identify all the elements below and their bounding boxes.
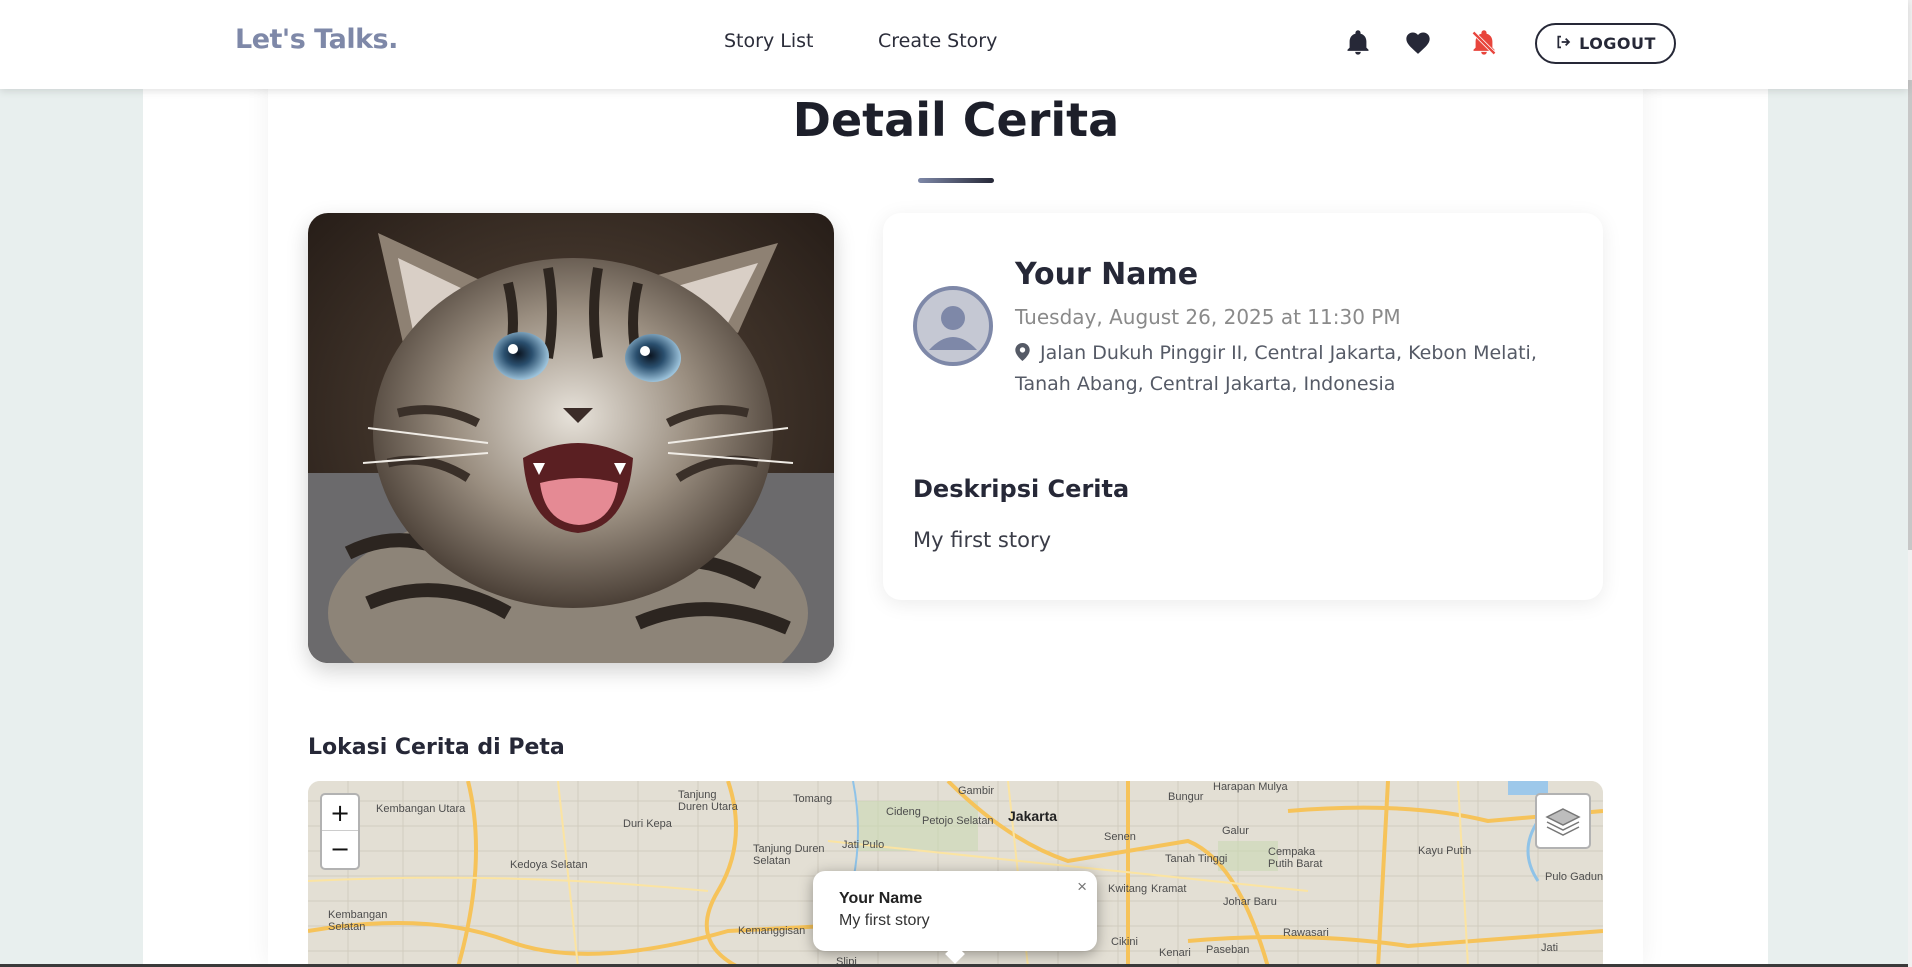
story-map[interactable]: Kembangan Utara Tanjung Duren Utara Toma…: [308, 781, 1603, 967]
nav-story-list[interactable]: Story List: [724, 30, 813, 52]
story-location: Jalan Dukuh Pinggir II, Central Jakarta,…: [1015, 338, 1575, 400]
map-label: Tanah Tinggi: [1165, 853, 1228, 865]
map-label: Rawasari: [1283, 927, 1329, 939]
story-info-card: Your Name Tuesday, August 26, 2025 at 11…: [883, 213, 1603, 600]
map-label: Cideng: [886, 806, 921, 818]
map-label: Kemanggisan: [738, 925, 806, 937]
map-label-jakarta: Jakarta: [1008, 808, 1058, 824]
map-label: Gambir: [958, 785, 995, 797]
map-marker-popup: Your Name My first story ×: [813, 871, 1097, 964]
bell-slash-icon[interactable]: [1470, 29, 1498, 57]
logout-button[interactable]: LOGOUT: [1535, 23, 1676, 64]
map-label: Harapan Mulya: [1213, 781, 1288, 793]
map-label: Kenari: [1159, 947, 1191, 959]
story-date: Tuesday, August 26, 2025 at 11:30 PM: [1015, 305, 1401, 329]
title-underline: [918, 178, 994, 183]
zoom-in-button[interactable]: +: [322, 795, 358, 831]
avatar: [913, 286, 993, 366]
zoom-out-button[interactable]: −: [322, 831, 358, 867]
close-icon[interactable]: ×: [1077, 877, 1087, 897]
heart-icon[interactable]: [1404, 29, 1432, 57]
brand-logo[interactable]: Let's Talks.: [235, 24, 398, 55]
map-label: Petojo Selatan: [922, 815, 994, 827]
map-label: Jati Pulo: [842, 839, 885, 851]
top-navbar: Let's Talks. Story List Create Story LOG…: [0, 0, 1908, 89]
map-label: Senen: [1104, 831, 1136, 843]
map-label: Tanjung Duren Selatan: [753, 843, 825, 867]
map-pin-icon: [1015, 340, 1030, 361]
user-icon: [929, 306, 977, 350]
logout-label: LOGOUT: [1579, 34, 1656, 53]
description-title: Deskripsi Cerita: [913, 475, 1130, 503]
map-label: Galur: [1222, 825, 1249, 837]
map-label: Kedoya Selatan: [510, 859, 588, 871]
map-label: Kayu Putih: [1418, 845, 1472, 857]
zoom-control: + −: [320, 793, 360, 870]
popup-author: Your Name: [839, 890, 923, 907]
map-heading: Lokasi Cerita di Peta: [308, 735, 565, 760]
bell-icon[interactable]: [1344, 29, 1372, 57]
kitten-image: [308, 213, 834, 663]
story-photo: [308, 213, 834, 663]
scrollbar-thumb[interactable]: [1908, 80, 1912, 550]
layers-button[interactable]: [1535, 793, 1591, 849]
page-title: Detail Cerita: [792, 93, 1120, 147]
map-label: Tomang: [793, 793, 833, 805]
map-label: Jati: [1541, 942, 1559, 954]
map-label: Tanjung Duren Utara: [678, 789, 738, 813]
map-label: Johar Baru: [1223, 896, 1277, 908]
author-name: Your Name: [1015, 257, 1199, 292]
map-label: Cikini: [1111, 936, 1138, 948]
map-label: Pulo Gadung: [1545, 871, 1603, 883]
map-label: Bungur: [1168, 791, 1204, 803]
map-label: Kramat: [1151, 883, 1187, 895]
map-label: Kembangan Selatan: [328, 909, 388, 933]
map-label: Kembangan Utara: [376, 803, 466, 815]
location-text: Jalan Dukuh Pinggir II, Central Jakarta,…: [1015, 342, 1537, 395]
map-label: Cempaka Putih Barat: [1268, 846, 1323, 870]
nav-create-story[interactable]: Create Story: [878, 30, 997, 52]
popup-description: My first story: [839, 912, 930, 929]
layers-icon: [1545, 808, 1581, 836]
map-label: Kwitang: [1108, 883, 1148, 895]
sign-out-icon: [1555, 34, 1571, 54]
map-label: Paseban: [1206, 944, 1250, 956]
description-text: My first story: [913, 528, 1052, 552]
map-label: Duri Kepa: [623, 818, 672, 830]
